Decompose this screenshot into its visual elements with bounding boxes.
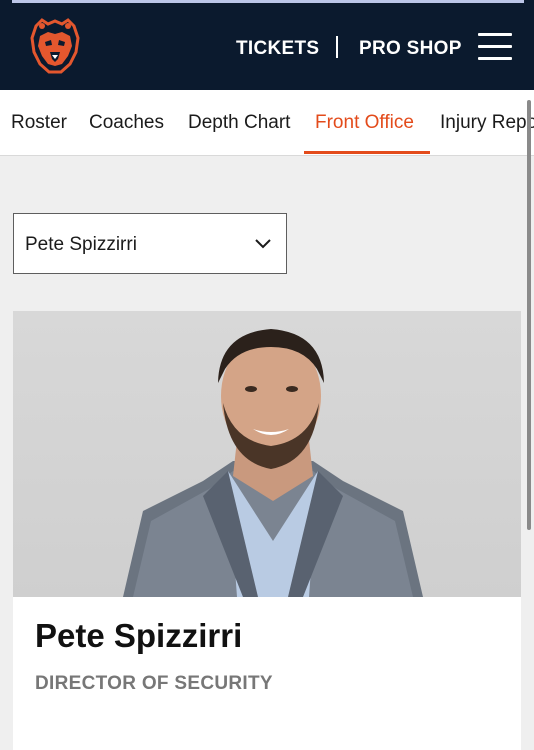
bears-logo-icon[interactable] bbox=[26, 18, 84, 74]
tab-depth-chart[interactable]: Depth Chart bbox=[188, 112, 290, 134]
page: TICKETS PRO SHOP Roster Coaches Depth Ch… bbox=[0, 0, 534, 750]
hamburger-menu-icon[interactable] bbox=[478, 33, 512, 61]
person-name: Pete Spizzirri bbox=[35, 617, 243, 654]
pro-shop-link[interactable]: PRO SHOP bbox=[359, 38, 462, 60]
scrollbar[interactable] bbox=[527, 100, 531, 530]
header-divider bbox=[336, 36, 338, 58]
person-title: DIRECTOR OF SECURITY bbox=[35, 673, 273, 694]
section-tabs: Roster Coaches Depth Chart Front Office … bbox=[0, 90, 534, 156]
chevron-down-icon bbox=[255, 239, 271, 249]
staff-select[interactable]: Pete Spizzirri bbox=[13, 213, 287, 274]
active-tab-indicator bbox=[304, 151, 430, 154]
tab-injury-report[interactable]: Injury Repo bbox=[440, 112, 534, 134]
tickets-link[interactable]: TICKETS bbox=[236, 38, 319, 60]
profile-card: Pete Spizzirri DIRECTOR OF SECURITY bbox=[13, 311, 521, 750]
site-header: TICKETS PRO SHOP bbox=[0, 0, 534, 90]
top-strip bbox=[12, 0, 524, 3]
tab-front-office[interactable]: Front Office bbox=[315, 112, 414, 134]
profile-photo bbox=[13, 311, 521, 597]
tab-roster[interactable]: Roster bbox=[11, 112, 67, 134]
tab-coaches[interactable]: Coaches bbox=[89, 112, 164, 134]
staff-select-value: Pete Spizzirri bbox=[25, 234, 137, 255]
